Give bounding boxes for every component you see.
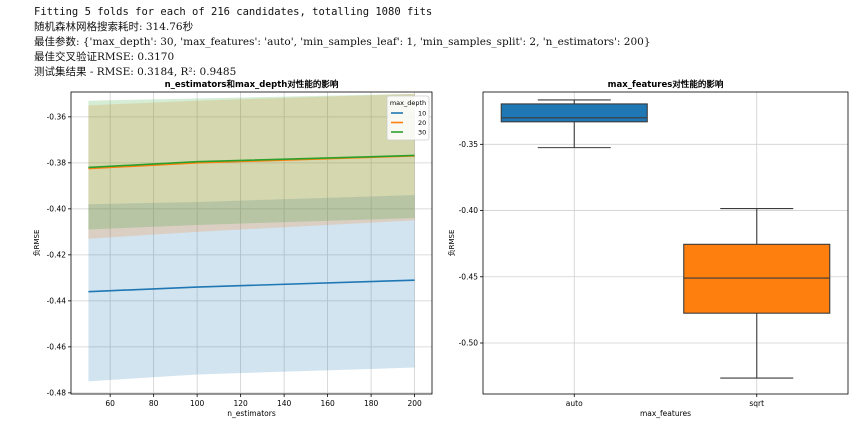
chart-title: n_estimators和max_depth对性能的影响	[165, 79, 339, 90]
y-tick-label: -0.35	[459, 140, 479, 149]
y-tick-label: -0.40	[47, 204, 67, 213]
box-sqrt	[683, 243, 831, 314]
x-axis-label: max_features	[640, 409, 691, 418]
x-tick-label: 60	[105, 399, 115, 408]
legend-label: 10	[418, 110, 426, 118]
plot-area	[483, 92, 848, 394]
legend-label: 20	[418, 119, 426, 127]
x-tick-label: 100	[190, 399, 205, 408]
y-axis-label: 负RMSE	[32, 230, 41, 257]
y-tick-label: -0.42	[47, 250, 67, 259]
y-tick-label: -0.38	[47, 158, 67, 167]
y-tick-label: -0.46	[47, 342, 67, 351]
line-chart: 60 80 100 120 140 160 180 200 -0.36 -0.38 -0.40 -0.…	[32, 79, 433, 418]
legend: max_depth 1020 30	[386, 95, 430, 141]
x-axis-label: n_estimators	[227, 409, 276, 418]
legend-label: 30	[418, 129, 426, 137]
legend-title: max_depth	[390, 99, 426, 107]
y-tick-label: -0.44	[47, 296, 67, 305]
y-tick-label: -0.36	[47, 112, 67, 121]
x-tick-label: 120	[233, 399, 248, 408]
y-tick-label: -0.50	[459, 339, 479, 348]
x-tick-label: 140	[277, 399, 292, 408]
x-tick-label: 160	[320, 399, 335, 408]
x-tick-label: 180	[364, 399, 379, 408]
x-tick-label: auto	[566, 399, 583, 408]
figure: 60 80 100 120 140 160 180 200 -0.36 -0.38 -0.40 -0.…	[32, 79, 849, 418]
y-axis-label: 负RMSE	[447, 230, 456, 257]
x-tick-label: sqrt	[749, 399, 764, 408]
x-tick-label: 200	[407, 399, 422, 408]
y-tick-label: -0.45	[459, 272, 479, 281]
y-tick-label: -0.40	[459, 206, 479, 215]
y-tick-label: -0.48	[47, 388, 67, 397]
box-chart: auto sqrt -0.35 -0.40 -0.45 -0.50 max_features…	[447, 79, 849, 418]
chart-title: max_features对性能的影响	[608, 79, 724, 90]
box-auto	[500, 103, 648, 123]
x-tick-label: 80	[149, 399, 159, 408]
